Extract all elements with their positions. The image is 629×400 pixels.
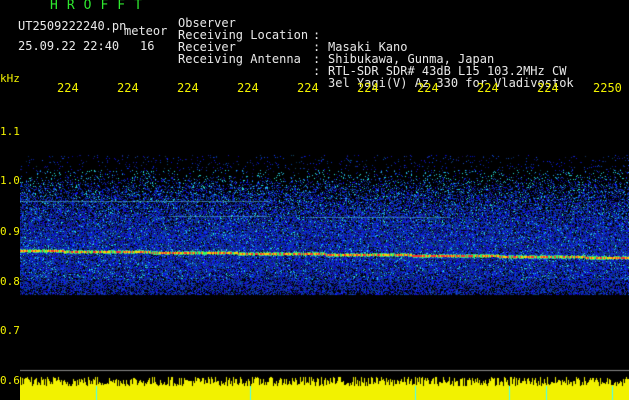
x-tick-label: 224 xyxy=(237,81,259,95)
y-tick-label: 0.6 xyxy=(0,374,20,387)
x-tick-label: 224 xyxy=(297,81,319,95)
y-tick-label: 0.8 xyxy=(0,275,20,288)
file-name: UT2509222240.pn xyxy=(18,19,127,33)
x-tick-label: 224 xyxy=(537,81,559,95)
meta-row-receiver: Receiver : RTL-SDR SDR# 43dB L15 103.2MH… xyxy=(178,29,566,77)
meta-row-antenna: Receiving Antenna : 3el Yagi(V) Az 330 f… xyxy=(178,41,574,89)
x-tick-label: 224 xyxy=(477,81,499,95)
y-axis-unit: kHz xyxy=(0,72,20,85)
y-tick-label: 1.1 xyxy=(0,125,20,138)
app-title: HROFFT xyxy=(50,0,151,13)
x-tick-label: 224 xyxy=(177,81,199,95)
meta-row-observer: Observer : Masaki Kano xyxy=(178,5,407,53)
x-tick-label: 224 xyxy=(57,81,79,95)
x-tick-label: 224 xyxy=(417,81,439,95)
y-tick-label: 1.0 xyxy=(0,174,20,187)
meta-label: Receiving Antenna xyxy=(178,52,301,66)
meta-separator: : xyxy=(313,64,321,78)
x-tick-label: 224 xyxy=(117,81,139,95)
station-info: Observer : Masaki Kano Receiving Locatio… xyxy=(178,5,574,89)
spectrogram-display xyxy=(20,100,629,400)
datetime: 25.09.22 22:40 xyxy=(18,39,120,53)
y-tick-label: 0.9 xyxy=(0,225,20,238)
x-tick-label: 224 xyxy=(357,81,379,95)
meta-row-location: Receiving Location : Shibukawa, Gunma, J… xyxy=(178,17,494,65)
x-tick-label: 2250 xyxy=(593,81,622,95)
file-type: meteor xyxy=(124,24,168,38)
y-tick-label: 0.7 xyxy=(0,324,20,337)
detection-count: 16 xyxy=(140,39,155,53)
